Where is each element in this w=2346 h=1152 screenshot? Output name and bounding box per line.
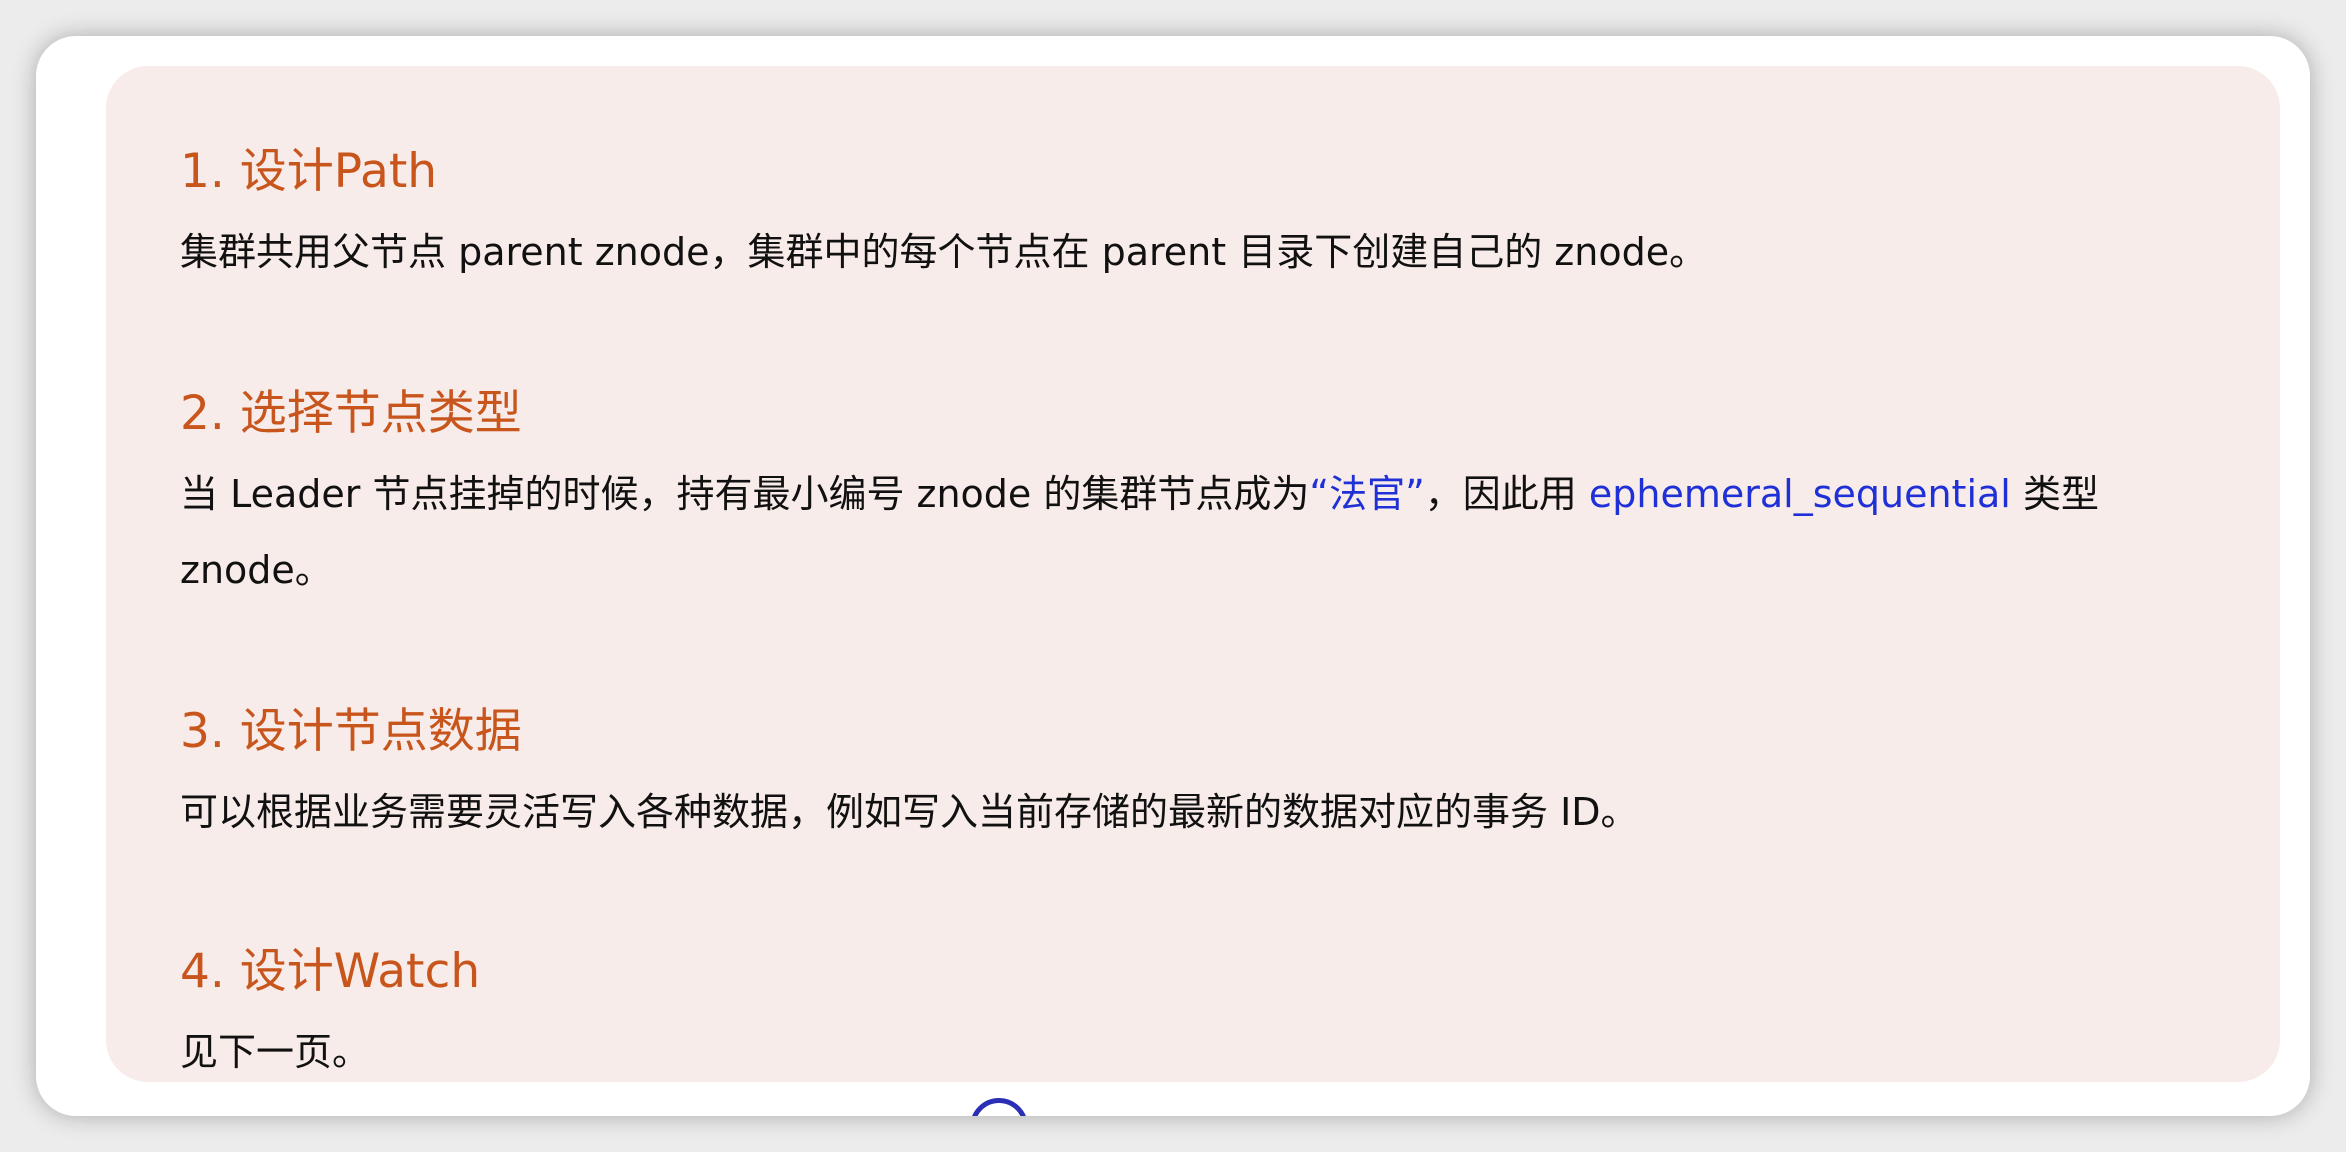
section-heading: 3. 设计节点数据 <box>180 704 522 759</box>
section-body: 当 Leader 节点挂掉的时候，持有最小编号 znode 的集群节点成为“法官… <box>180 456 2230 608</box>
highlight-term-ephemeral-sequential: ephemeral_sequential <box>1588 472 2011 516</box>
section-heading: 2. 选择节点类型 <box>180 386 522 441</box>
scroll-indicator-icon[interactable] <box>970 1098 1028 1116</box>
section-body: 可以根据业务需要灵活写入各种数据，例如写入当前存储的最新的数据对应的事务 ID。 <box>180 790 1639 834</box>
section-design-watch: 4. 设计Watch 见下一页。 <box>180 942 2230 1090</box>
body-text-part: ，因此用 <box>1424 472 1577 516</box>
section-heading: 4. 设计Watch <box>180 944 481 999</box>
section-design-path: 1. 设计Path 集群共用父节点 parent znode，集群中的每个节点在… <box>180 142 2230 290</box>
highlight-term-judge: “法官” <box>1309 472 1425 516</box>
section-node-data: 3. 设计节点数据 可以根据业务需要灵活写入各种数据，例如写入当前存储的最新的数… <box>180 702 2230 850</box>
section-heading: 1. 设计Path <box>180 144 438 199</box>
slide-window: 1. 设计Path 集群共用父节点 parent znode，集群中的每个节点在… <box>36 36 2310 1116</box>
section-node-type: 2. 选择节点类型 当 Leader 节点挂掉的时候，持有最小编号 znode … <box>180 384 2230 608</box>
section-body: 见下一页。 <box>180 1030 371 1074</box>
section-body: 集群共用父节点 parent znode，集群中的每个节点在 parent 目录… <box>180 230 1708 274</box>
body-text-part: 当 Leader 节点挂掉的时候，持有最小编号 znode 的集群节点成为 <box>180 472 1310 516</box>
content-card: 1. 设计Path 集群共用父节点 parent znode，集群中的每个节点在… <box>106 66 2280 1082</box>
